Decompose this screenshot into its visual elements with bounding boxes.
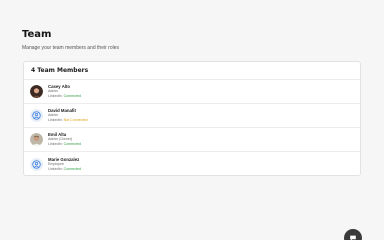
linkedin-status: Connected bbox=[63, 142, 81, 146]
avatar bbox=[30, 85, 43, 98]
default-user-icon bbox=[32, 159, 41, 169]
linkedin-label: LinkedIn: bbox=[48, 142, 63, 146]
page-subtitle: Manage your team members and their roles bbox=[22, 45, 119, 51]
team-member-row[interactable]: Casey Alto Admin LinkedIn: Connected bbox=[24, 80, 360, 104]
team-members-card: 4 Team Members Casey Alto Admin LinkedIn… bbox=[23, 61, 361, 176]
linkedin-status: Not Connected bbox=[63, 118, 88, 122]
linkedin-label: LinkedIn: bbox=[48, 166, 63, 171]
avatar-photo-icon bbox=[30, 85, 43, 98]
linkedin-label: LinkedIn: bbox=[48, 118, 63, 122]
team-page: Team Manage your team members and their … bbox=[0, 0, 384, 240]
linkedin-status-line: LinkedIn: Connected bbox=[48, 142, 81, 147]
linkedin-status: Connected bbox=[63, 94, 81, 98]
default-user-icon bbox=[32, 111, 41, 120]
linkedin-status-line: LinkedIn: Connected bbox=[48, 94, 81, 99]
avatar-photo-icon bbox=[30, 133, 43, 146]
team-count-heading: 4 Team Members bbox=[24, 62, 360, 80]
linkedin-status-line: LinkedIn: Connected bbox=[48, 167, 81, 172]
team-member-row[interactable]: Marie Gonzalez Employee LinkedIn: Connec… bbox=[24, 152, 360, 176]
chat-bubble-icon bbox=[350, 235, 356, 240]
avatar bbox=[30, 157, 43, 171]
page-title: Team bbox=[22, 29, 52, 40]
linkedin-status: Connected bbox=[63, 166, 81, 171]
linkedin-status-line: LinkedIn: Not Connected bbox=[48, 118, 88, 123]
avatar bbox=[30, 133, 43, 146]
chat-button[interactable] bbox=[344, 229, 362, 240]
team-member-row[interactable]: Emil Alta Admin (Owner) LinkedIn: Connec… bbox=[24, 128, 360, 152]
linkedin-label: LinkedIn: bbox=[48, 94, 63, 98]
team-member-row[interactable]: David Manafit Admin LinkedIn: Not Connec… bbox=[24, 104, 360, 128]
avatar bbox=[30, 109, 43, 122]
